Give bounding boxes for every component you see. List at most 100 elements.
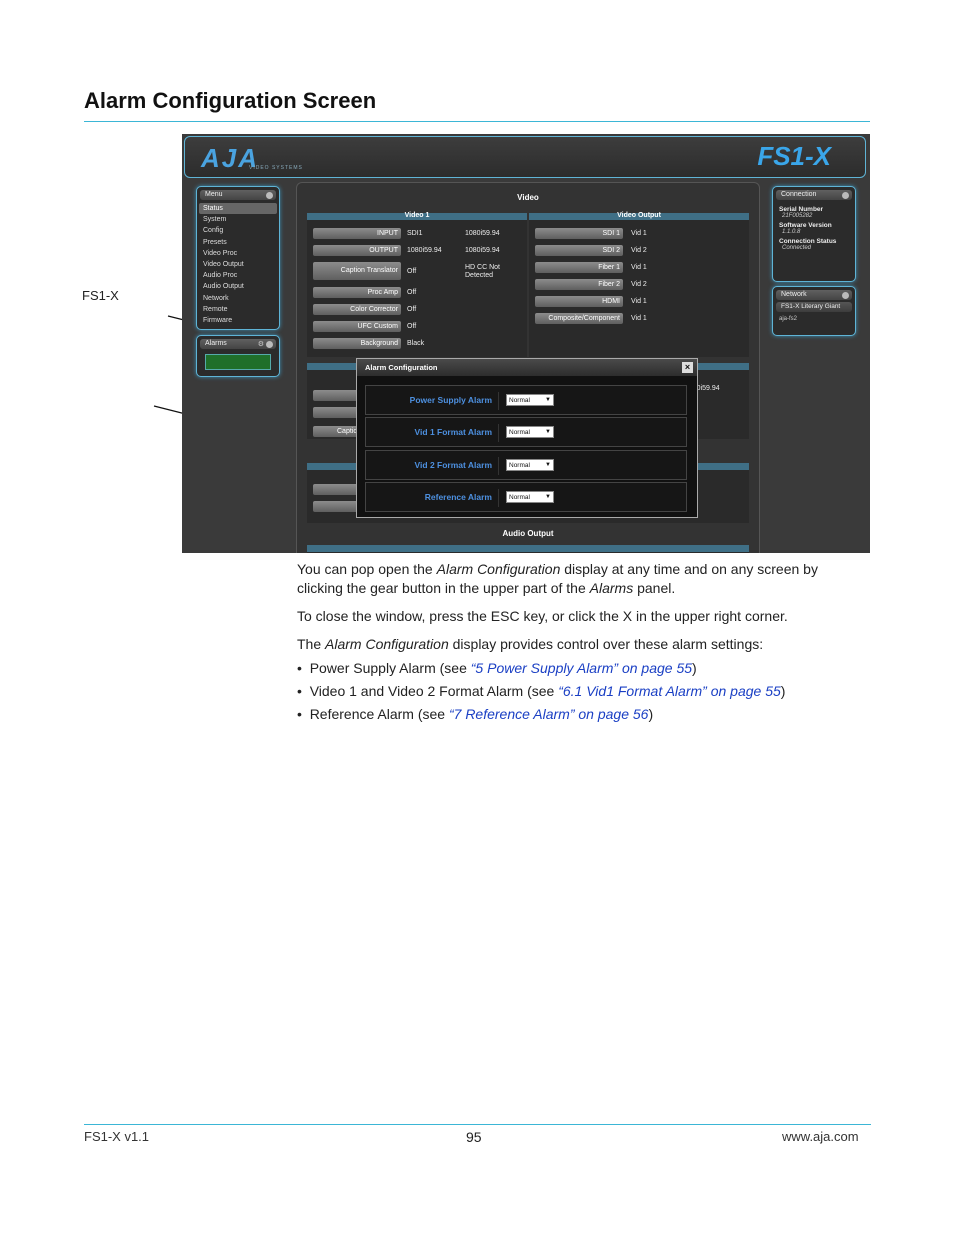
emphasis: Alarm Configuration bbox=[325, 636, 449, 652]
text-run: Power Supply Alarm (see bbox=[309, 660, 471, 676]
collapse-icon[interactable] bbox=[842, 192, 849, 199]
collapse-icon[interactable] bbox=[266, 341, 273, 348]
color-corrector-button[interactable]: Color Corrector bbox=[313, 304, 401, 315]
ufc-custom-button[interactable]: UFC Custom bbox=[313, 321, 401, 332]
network-panel-title: Network bbox=[781, 291, 807, 298]
dialog-title: Alarm Configuration bbox=[365, 363, 438, 372]
fiber2-button[interactable]: Fiber 2 bbox=[535, 279, 623, 290]
menu-panel-header: Menu bbox=[200, 190, 276, 200]
menu-item-status[interactable]: Status bbox=[199, 203, 277, 215]
text-run: display provides control over these alar… bbox=[448, 636, 764, 652]
select-value: Normal bbox=[509, 397, 530, 404]
product-name: FS1-X bbox=[757, 141, 831, 171]
reference-alarm-label: Reference Alarm bbox=[424, 492, 492, 502]
gear-icon[interactable]: ⚙ bbox=[258, 340, 264, 350]
dropdown-arrow-icon: ▼ bbox=[545, 462, 551, 468]
power-supply-alarm-row: Power Supply Alarm Normal ▼ bbox=[365, 385, 687, 415]
video1-panel: Video 1 INPUT SDI1 1080i59.94 OUTPUT 108… bbox=[307, 212, 527, 357]
output-button[interactable]: OUTPUT bbox=[313, 245, 401, 256]
hdmi-button[interactable]: HDMI bbox=[535, 296, 623, 307]
menu-item-video-proc[interactable]: Video Proc bbox=[197, 248, 279, 259]
connection-panel-header: Connection bbox=[776, 190, 852, 200]
video1-title: Video 1 bbox=[404, 212, 430, 219]
link-vid1-format-alarm[interactable]: “6.1 Vid1 Format Alarm” on page 55 bbox=[558, 683, 781, 699]
row-separator bbox=[498, 489, 499, 507]
network-panel: Network FS1-X Literary Giant aja-fs2 bbox=[772, 286, 856, 336]
collapse-icon[interactable] bbox=[842, 292, 849, 299]
dropdown-arrow-icon: ▼ bbox=[545, 494, 551, 500]
menu-panel: Menu Status System Config Presets Video … bbox=[196, 186, 280, 330]
text-run: ) bbox=[648, 706, 654, 722]
bullet-marker: • bbox=[297, 683, 310, 699]
proc-amp-button[interactable]: Proc Amp bbox=[313, 287, 401, 298]
bullet-format-alarm: • Video 1 and Video 2 Format Alarm (see … bbox=[297, 682, 785, 701]
sdi1-button[interactable]: SDI 1 bbox=[535, 228, 623, 239]
bullet-reference-alarm: • Reference Alarm (see “7 Reference Alar… bbox=[297, 705, 653, 724]
menu-item-config[interactable]: Config bbox=[197, 225, 279, 236]
video2-output-button[interactable] bbox=[313, 407, 359, 418]
video-output-title: Video Output bbox=[617, 212, 661, 219]
sdi1-value: Vid 1 bbox=[631, 230, 647, 237]
dropdown-arrow-icon: ▼ bbox=[545, 429, 551, 435]
serial-number-label: Serial Number bbox=[779, 206, 824, 213]
close-instructions-paragraph: To close the window, press the ESC key, … bbox=[297, 608, 788, 624]
video-section-title: Video bbox=[517, 193, 539, 202]
sdi2-button[interactable]: SDI 2 bbox=[535, 245, 623, 256]
menu-item-video-output[interactable]: Video Output bbox=[197, 259, 279, 270]
text-run: panel. bbox=[633, 580, 676, 596]
figure-side-label: FS1-X bbox=[82, 288, 119, 303]
menu-item-audio-proc[interactable]: Audio Proc bbox=[197, 270, 279, 281]
reference-alarm-row: Reference Alarm Normal ▼ bbox=[365, 482, 687, 512]
video2-input-button[interactable] bbox=[313, 390, 359, 401]
bullet-marker: • bbox=[297, 706, 310, 722]
alarms-panel-header: Alarms ⚙ bbox=[200, 339, 276, 349]
background-button[interactable]: Background bbox=[313, 338, 401, 349]
background-value: Black bbox=[407, 340, 425, 347]
heading-rule bbox=[84, 121, 870, 122]
menu-item-firmware[interactable]: Firmware bbox=[197, 315, 279, 326]
input-button[interactable]: INPUT bbox=[313, 228, 401, 239]
composite-component-button[interactable]: Composite/Component bbox=[535, 313, 623, 324]
menu-item-audio-output[interactable]: Audio Output bbox=[197, 281, 279, 292]
text-run: ) bbox=[692, 660, 697, 676]
text-run: You can pop open the bbox=[297, 561, 437, 577]
page-heading: Alarm Configuration Screen bbox=[84, 88, 377, 113]
menu-item-remote[interactable]: Remote bbox=[197, 304, 279, 315]
fiber2-value: Vid 2 bbox=[631, 281, 647, 288]
bullet-power-supply: • Power Supply Alarm (see “5 Power Suppl… bbox=[297, 659, 697, 678]
output-format: 1080i59.94 bbox=[465, 247, 500, 254]
network-host: aja-fs2 bbox=[779, 316, 798, 322]
text-run: Reference Alarm (see bbox=[309, 706, 449, 722]
reference-alarm-select[interactable]: Normal ▼ bbox=[506, 491, 554, 503]
ufc-custom-value: Off bbox=[407, 323, 417, 330]
network-device-name[interactable]: FS1-X Literary Giant bbox=[776, 302, 852, 312]
emphasis: Alarms bbox=[589, 580, 634, 596]
connection-status-value: Connected bbox=[782, 245, 812, 251]
vid1-format-alarm-row: Vid 1 Format Alarm Normal ▼ bbox=[365, 417, 687, 447]
menu-item-system[interactable]: System bbox=[197, 214, 279, 225]
audio-output-panel bbox=[307, 545, 749, 553]
sub-panel-button-1[interactable] bbox=[313, 484, 359, 495]
link-reference-alarm[interactable]: “7 Reference Alarm” on page 56 bbox=[449, 706, 648, 722]
sub-panel-button-2[interactable] bbox=[313, 501, 359, 512]
caption-translator-button[interactable]: Caption Translator bbox=[313, 262, 401, 280]
fiber1-button[interactable]: Fiber 1 bbox=[535, 262, 623, 273]
color-corrector-value: Off bbox=[407, 306, 417, 313]
alarms-panel-title: Alarms bbox=[205, 340, 227, 347]
power-supply-alarm-select[interactable]: Normal ▼ bbox=[506, 394, 554, 406]
menu-item-presets[interactable]: Presets bbox=[197, 237, 279, 248]
video2-caption-button[interactable]: Captio bbox=[313, 426, 359, 437]
vid2-format-alarm-row: Vid 2 Format Alarm Normal ▼ bbox=[365, 450, 687, 480]
collapse-icon[interactable] bbox=[266, 192, 273, 199]
app-header-bar: AJA VIDEO SYSTEMS FS1-X bbox=[184, 136, 866, 178]
menu-item-network[interactable]: Network bbox=[197, 293, 279, 304]
footer-version: FS1-X v1.1 bbox=[84, 1129, 150, 1144]
power-supply-alarm-label: Power Supply Alarm bbox=[409, 395, 492, 405]
close-icon[interactable]: × bbox=[682, 362, 693, 373]
audio-output-title: Audio Output bbox=[502, 529, 554, 538]
link-power-supply-alarm[interactable]: “5 Power Supply Alarm” on page 55 bbox=[471, 660, 692, 676]
alarms-panel: Alarms ⚙ bbox=[196, 335, 280, 377]
connection-panel-title: Connection bbox=[781, 191, 817, 198]
vid2-format-alarm-select[interactable]: Normal ▼ bbox=[506, 459, 554, 471]
vid1-format-alarm-select[interactable]: Normal ▼ bbox=[506, 426, 554, 438]
